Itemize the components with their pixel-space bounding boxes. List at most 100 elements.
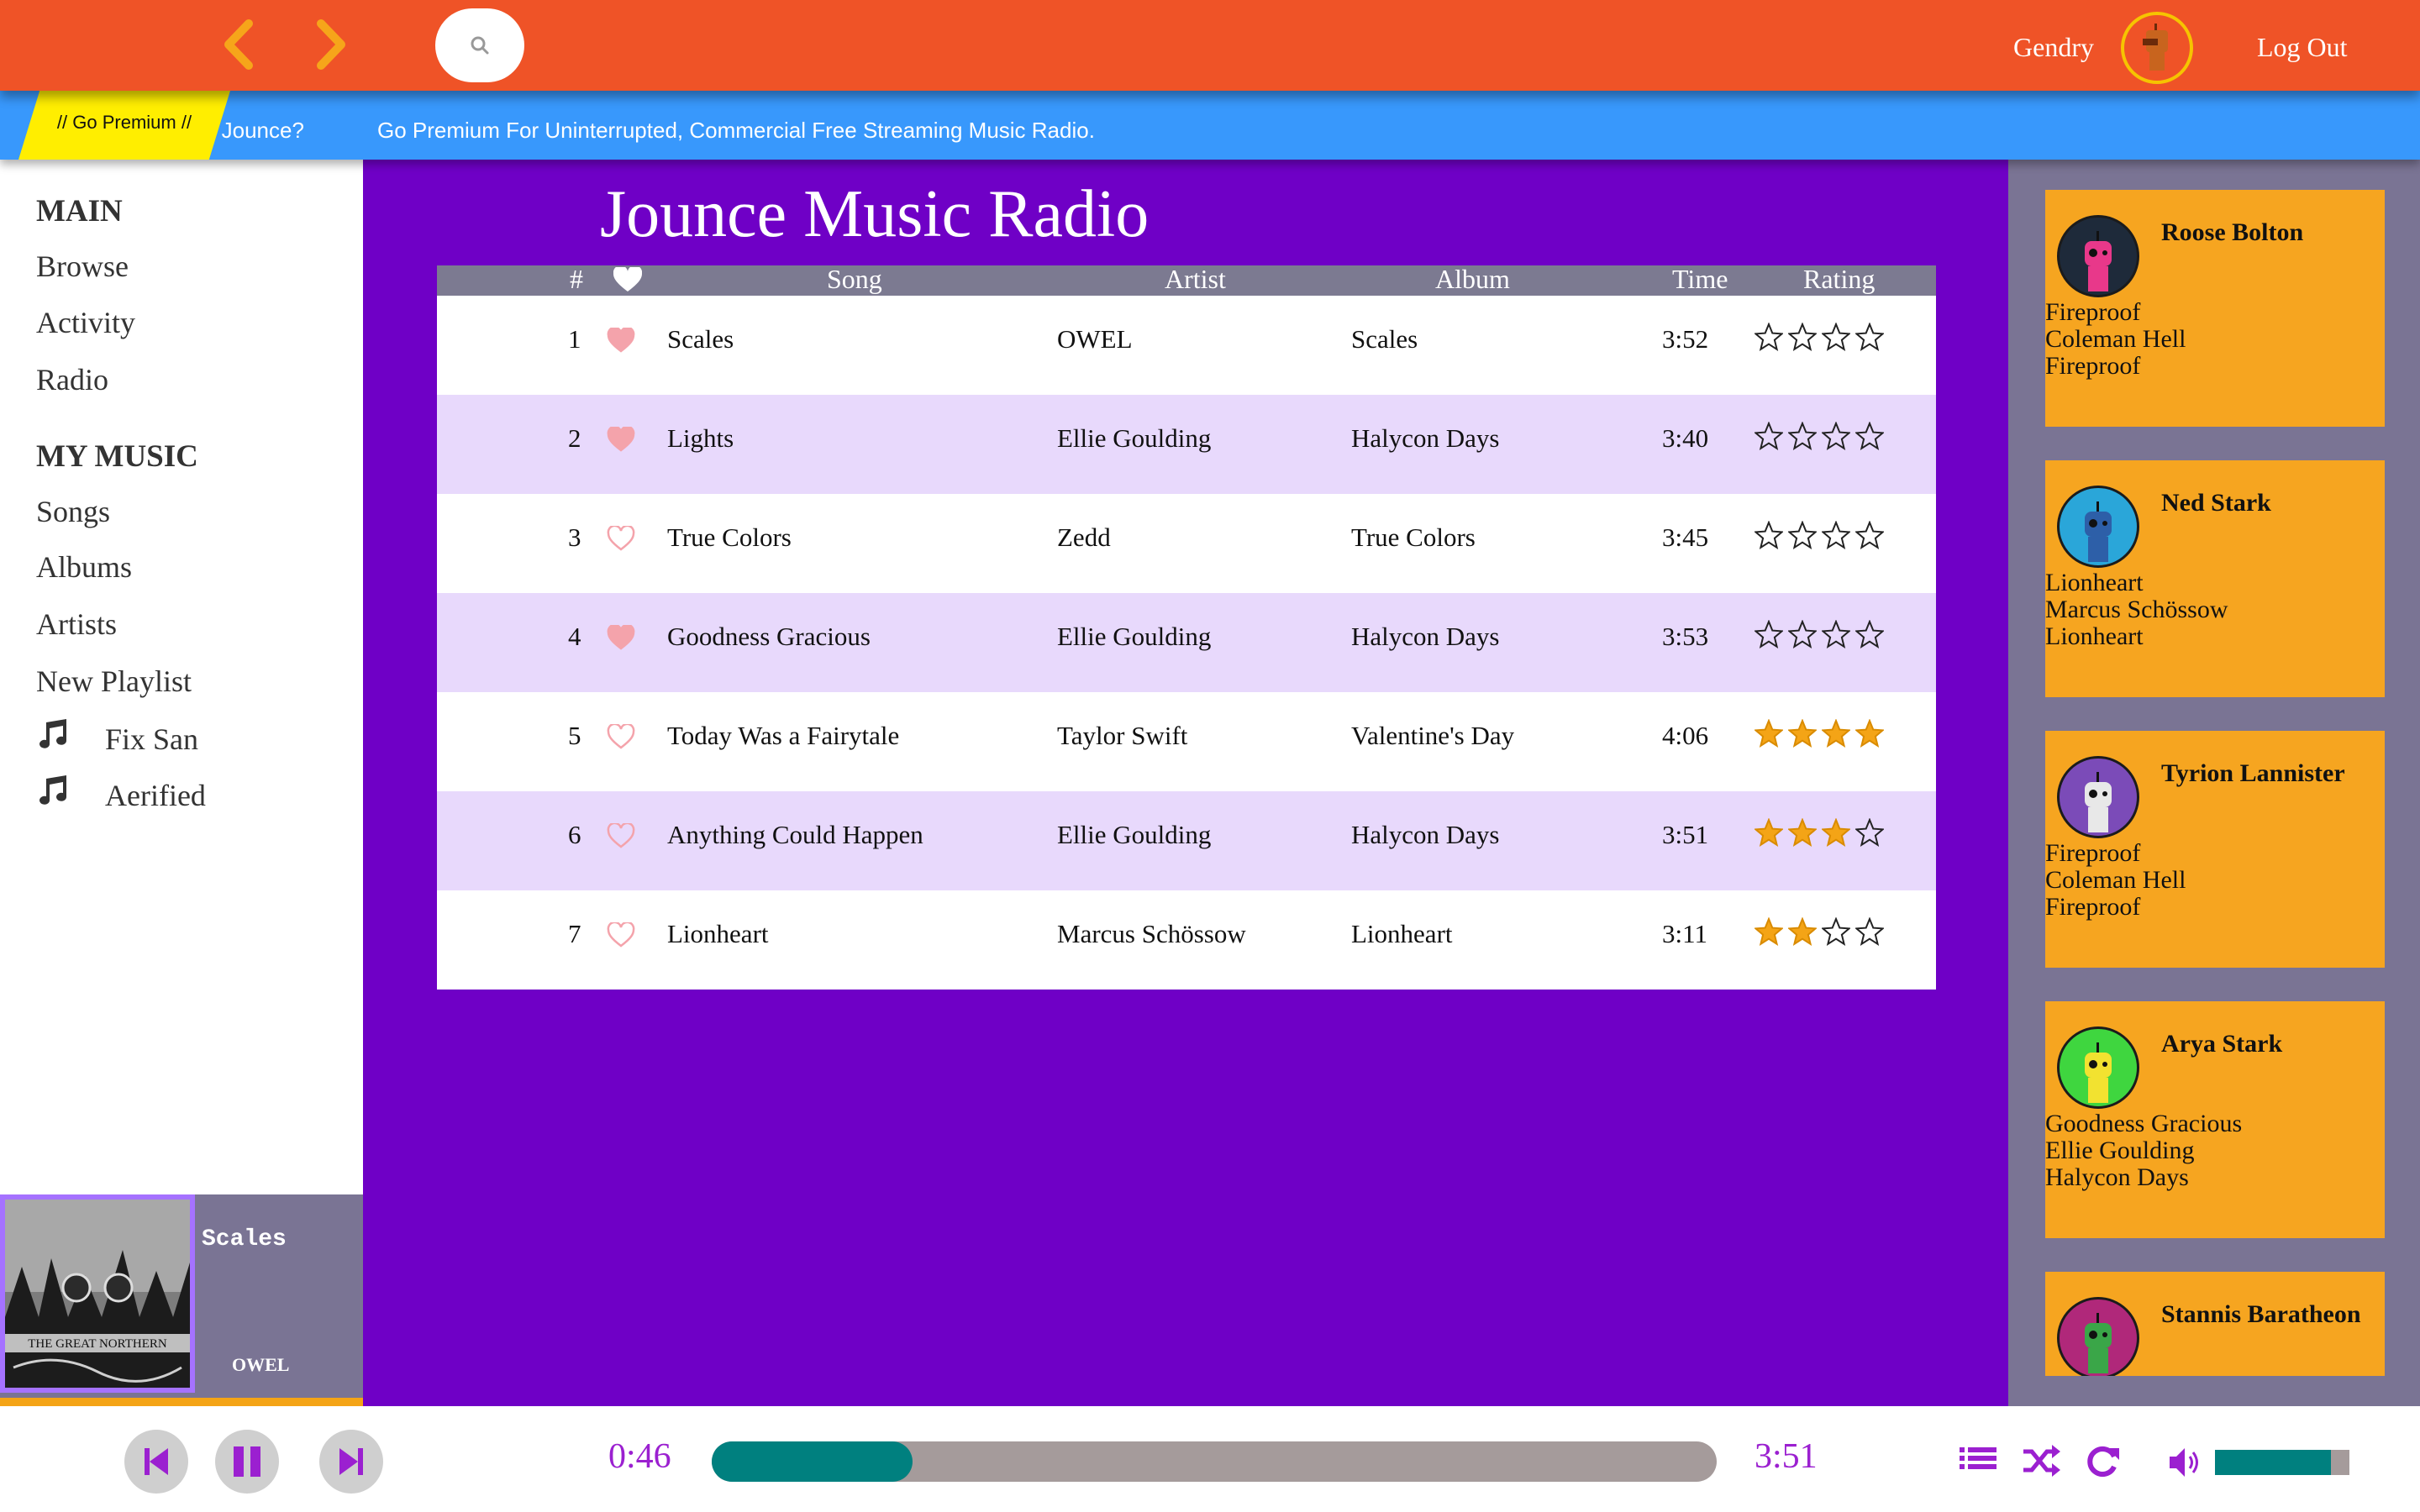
go-premium-badge[interactable]: // Go Premium // [18,91,230,160]
friend-artist[interactable]: Marcus Schössow [2045,596,2228,623]
track-rating[interactable] [1754,323,1884,351]
next-track-button[interactable] [319,1430,383,1494]
track-album[interactable]: Halycon Days [1351,820,1499,850]
track-artist[interactable]: Zedd [1057,522,1111,553]
friend-name[interactable]: Tyrion Lannister [2161,759,2345,788]
track-album[interactable]: Halycon Days [1351,423,1499,454]
friend-avatar[interactable] [2057,215,2139,297]
seek-bar[interactable] [712,1441,1717,1482]
volume-button[interactable] [2166,1443,2205,1482]
friend-name[interactable]: Stannis Baratheon [2161,1300,2361,1329]
sidebar-item-new-playlist[interactable]: New Playlist [36,664,192,699]
album-cover[interactable]: THE GREAT NORTHERN [0,1194,195,1393]
friend-name[interactable]: Roose Bolton [2161,218,2303,247]
sidebar-item-radio[interactable]: Radio [36,362,108,397]
friend-activity-card[interactable]: Stannis Baratheon [2045,1272,2385,1376]
track-rating[interactable] [1754,818,1884,847]
user-avatar[interactable] [2121,12,2193,84]
friend-album[interactable]: Fireproof [2045,894,2140,921]
track-album[interactable]: Halycon Days [1351,622,1499,652]
column-song[interactable]: Song [827,264,882,295]
search-button[interactable] [435,8,524,82]
friend-song[interactable]: Fireproof [2045,299,2140,326]
favorite-toggle[interactable] [607,425,635,452]
table-row[interactable]: 6 Anything Could Happen Ellie Goulding H… [437,791,1936,890]
track-song[interactable]: Goodness Gracious [667,622,871,652]
track-rating[interactable] [1754,917,1884,946]
favorite-toggle[interactable] [607,722,635,749]
volume-slider[interactable] [2215,1450,2349,1475]
track-song[interactable]: Lights [667,423,734,454]
table-row[interactable]: 7 Lionheart Marcus Schössow Lionheart 3:… [437,890,1936,990]
track-artist[interactable]: Ellie Goulding [1057,820,1211,850]
favorite-toggle[interactable] [607,326,635,353]
favorite-toggle[interactable] [607,921,635,948]
track-rating[interactable] [1754,719,1884,748]
table-row[interactable]: 1 Scales OWEL Scales 3:52 [437,296,1936,395]
friend-avatar[interactable] [2057,756,2139,838]
sidebar-playlist-fix-san[interactable]: Fix San [36,719,198,757]
favorite-toggle[interactable] [607,524,635,551]
back-button[interactable] [212,17,267,72]
friend-song[interactable]: Lionheart [2045,570,2144,596]
track-song[interactable]: True Colors [667,522,792,553]
track-album[interactable]: Lionheart [1351,919,1453,949]
sidebar-item-artists[interactable]: Artists [36,606,117,642]
column-artist[interactable]: Artist [1165,264,1226,295]
previous-track-button[interactable] [124,1430,188,1494]
column-album[interactable]: Album [1435,264,1510,295]
friend-artist[interactable]: Ellie Goulding [2045,1137,2194,1164]
friend-song[interactable]: Goodness Gracious [2045,1110,2242,1137]
friend-activity-card[interactable]: Tyrion Lannister Fireproof Coleman Hell … [2045,731,2385,968]
track-artist[interactable]: Ellie Goulding [1057,423,1211,454]
sidebar-item-albums[interactable]: Albums [36,549,132,585]
friend-album[interactable]: Fireproof [2045,353,2140,380]
username[interactable]: Gendry [2013,32,2094,63]
friend-artist[interactable]: Coleman Hell [2045,326,2186,353]
track-album[interactable]: Valentine's Day [1351,721,1514,751]
friend-activity-card[interactable]: Arya Stark Goodness Gracious Ellie Gould… [2045,1001,2385,1238]
promo-message[interactable]: Go Premium For Uninterrupted, Commercial… [377,118,1095,144]
friend-album[interactable]: Halycon Days [2045,1164,2189,1191]
sidebar-item-activity[interactable]: Activity [36,305,135,340]
track-rating[interactable] [1754,422,1884,450]
track-artist[interactable]: OWEL [1057,324,1133,354]
track-song[interactable]: Lionheart [667,919,769,949]
sidebar-playlist-aerified[interactable]: Aerified [36,775,206,813]
track-song[interactable]: Today Was a Fairytale [667,721,899,751]
friend-name[interactable]: Arya Stark [2161,1030,2282,1058]
friend-activity-card[interactable]: Ned Stark Lionheart Marcus Schössow Lion… [2045,460,2385,697]
logout-link[interactable]: Log Out [2257,32,2348,63]
track-artist[interactable]: Marcus Schössow [1057,919,1246,949]
favorite-toggle[interactable] [607,623,635,650]
track-artist[interactable]: Taylor Swift [1057,721,1187,751]
track-rating[interactable] [1754,521,1884,549]
pause-button[interactable] [215,1430,279,1494]
table-row[interactable]: 4 Goodness Gracious Ellie Goulding Halyc… [437,593,1936,692]
track-song[interactable]: Scales [667,324,734,354]
friend-song[interactable]: Fireproof [2045,840,2140,867]
column-number[interactable]: # [570,264,583,295]
table-row[interactable]: 3 True Colors Zedd True Colors 3:45 [437,494,1936,593]
queue-button[interactable] [1958,1440,2000,1482]
friend-album[interactable]: Lionheart [2045,623,2144,650]
table-row[interactable]: 2 Lights Ellie Goulding Halycon Days 3:4… [437,395,1936,494]
friend-avatar[interactable] [2057,1297,2139,1376]
track-artist[interactable]: Ellie Goulding [1057,622,1211,652]
forward-button[interactable] [302,17,358,72]
track-rating[interactable] [1754,620,1884,648]
table-row[interactable]: 5 Today Was a Fairytale Taylor Swift Val… [437,692,1936,791]
friend-artist[interactable]: Coleman Hell [2045,867,2186,894]
friend-activity-card[interactable]: Roose Bolton Fireproof Coleman Hell Fire… [2045,190,2385,427]
friend-avatar[interactable] [2057,486,2139,568]
track-album[interactable]: Scales [1351,324,1418,354]
track-song[interactable]: Anything Could Happen [667,820,923,850]
sidebar-item-browse[interactable]: Browse [36,249,129,284]
track-album[interactable]: True Colors [1351,522,1476,553]
friend-avatar[interactable] [2057,1026,2139,1109]
favorite-toggle[interactable] [607,822,635,848]
friend-name[interactable]: Ned Stark [2161,489,2271,517]
sidebar-item-songs[interactable]: Songs [36,494,110,529]
column-time[interactable]: Time [1672,264,1728,295]
repeat-button[interactable] [2082,1440,2124,1482]
